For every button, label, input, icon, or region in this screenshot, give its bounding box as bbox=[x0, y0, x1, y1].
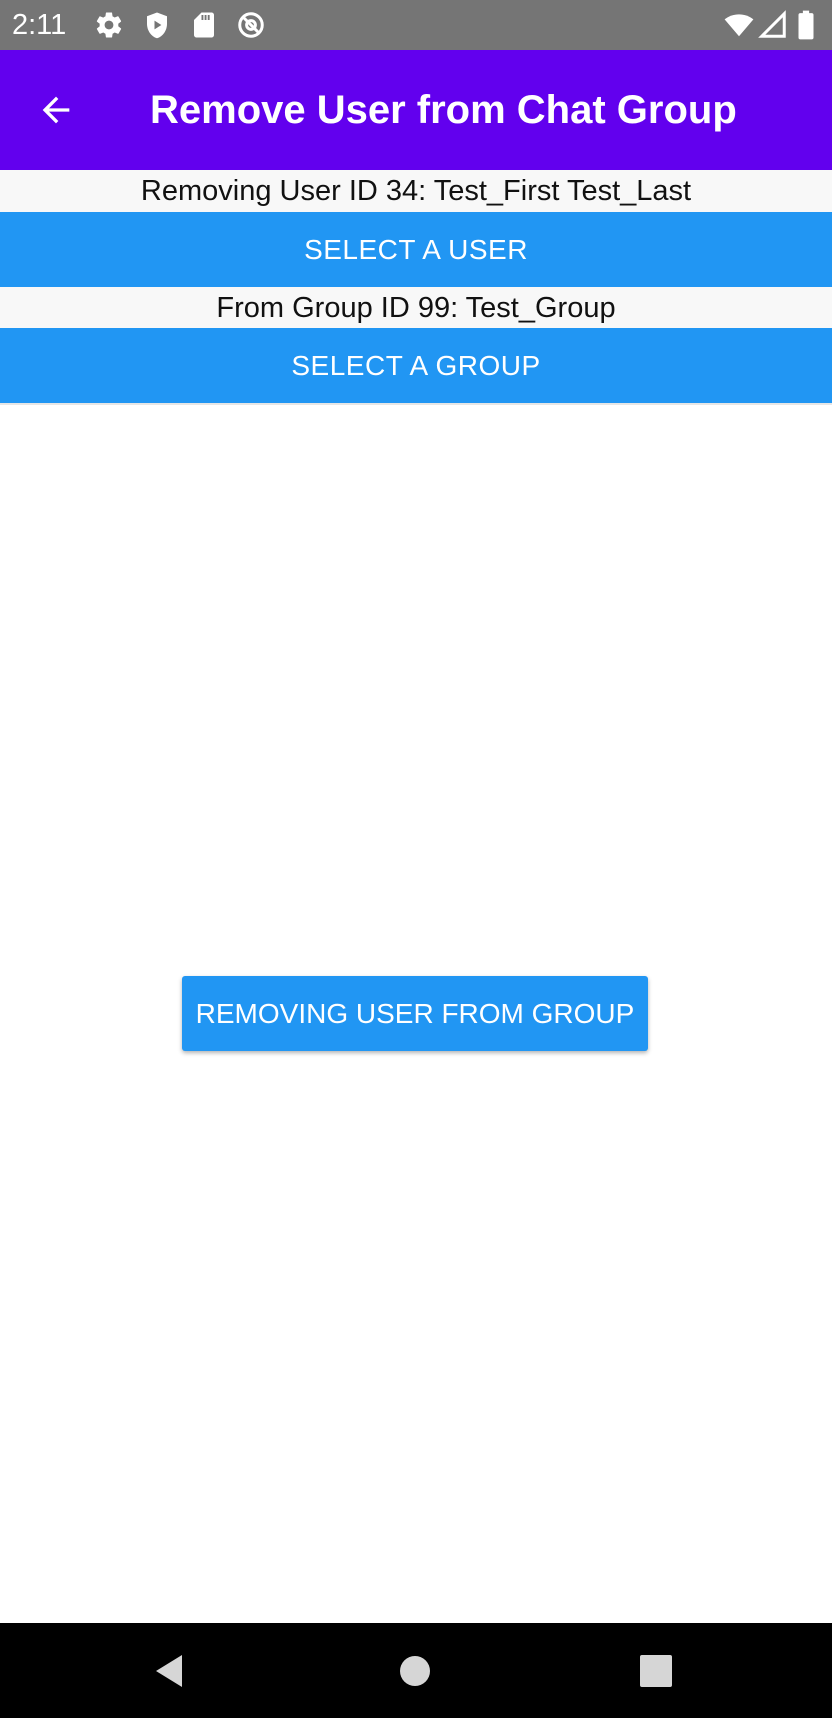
signal-icon bbox=[758, 10, 788, 40]
home-circle-icon bbox=[391, 1656, 439, 1699]
wifi-icon bbox=[724, 10, 754, 40]
shield-icon bbox=[142, 10, 172, 40]
at-sign-icon bbox=[236, 10, 266, 40]
nav-recents-button[interactable] bbox=[632, 1647, 680, 1695]
system-nav-bar bbox=[0, 1623, 832, 1718]
select-user-button[interactable]: SELECT A USER bbox=[0, 212, 832, 287]
select-group-button[interactable]: SELECT A GROUP bbox=[0, 328, 832, 403]
status-bar: 2:11 bbox=[0, 0, 832, 50]
battery-icon bbox=[796, 10, 816, 40]
sd-card-icon bbox=[189, 10, 219, 40]
page-title: Remove User from Chat Group bbox=[150, 88, 737, 132]
nav-home-button[interactable] bbox=[391, 1647, 439, 1695]
divider bbox=[0, 403, 832, 405]
back-triangle-icon bbox=[146, 1655, 194, 1699]
screen: 2:11 Remove User from Chat Group Removin… bbox=[0, 0, 832, 1718]
status-time: 2:11 bbox=[12, 9, 67, 41]
selected-user-label: Removing User ID 34: Test_First Test_Las… bbox=[0, 170, 832, 212]
recents-square-icon bbox=[632, 1655, 680, 1699]
app-bar: Remove User from Chat Group bbox=[0, 50, 832, 170]
back-button[interactable] bbox=[22, 76, 90, 144]
remove-user-from-group-button[interactable]: REMOVING USER FROM GROUP bbox=[182, 976, 648, 1051]
selected-group-label: From Group ID 99: Test_Group bbox=[0, 287, 832, 329]
gear-icon bbox=[94, 10, 124, 40]
nav-back-button[interactable] bbox=[146, 1647, 194, 1695]
